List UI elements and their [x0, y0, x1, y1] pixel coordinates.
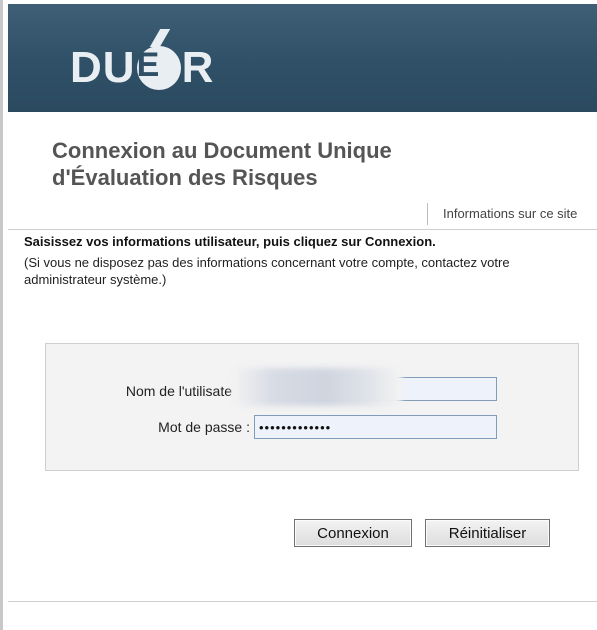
site-info-link[interactable]: Informations sur ce site: [427, 203, 577, 225]
password-field[interactable]: [254, 415, 497, 439]
logo-letter-e: E: [136, 46, 161, 84]
logo-accent-mark: [149, 29, 170, 47]
left-edge: [0, 0, 3, 630]
username-label: Nom de l'utilisate: [125, 383, 232, 399]
instructions-note: (Si vous ne disposez pas des information…: [24, 255, 510, 287]
reset-button[interactable]: Réinitialiser: [425, 519, 550, 547]
redaction-blur: [232, 368, 402, 406]
logo-letter-r: R: [181, 43, 215, 92]
logo-letter-d: D: [70, 43, 103, 92]
page-title: Connexion au Document Unique d'Évaluatio…: [52, 138, 392, 190]
logo-circled-e: E: [136, 29, 181, 90]
header-divider: [8, 229, 597, 230]
instructions-heading: Saisissez vos informations utilisateur, …: [24, 234, 436, 249]
connect-button[interactable]: Connexion: [294, 519, 412, 547]
duer-logo: D U E R: [70, 29, 215, 98]
password-label: Mot de passe :: [158, 419, 250, 435]
footer-divider: [8, 601, 597, 602]
login-panel: [45, 343, 579, 471]
logo-letter-u: U: [102, 43, 136, 92]
header-banner: D U E R: [8, 4, 597, 112]
